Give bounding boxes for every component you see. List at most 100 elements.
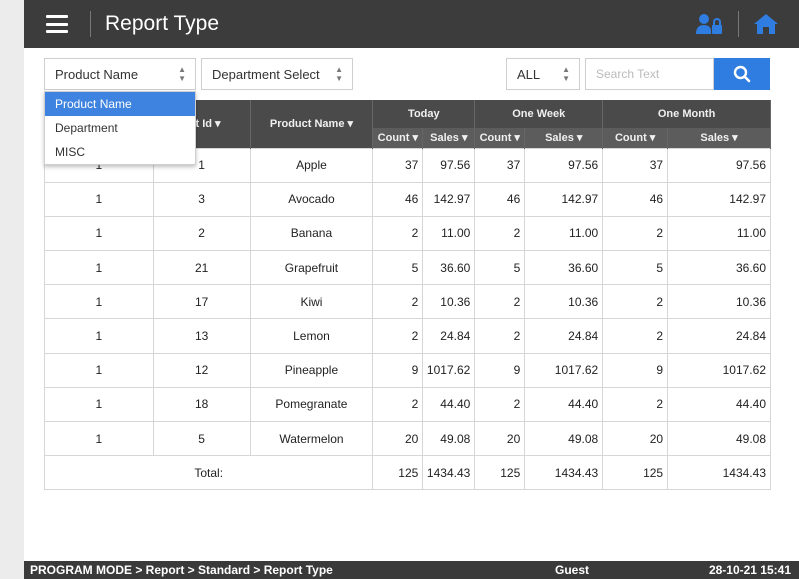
count-cell: 2: [372, 386, 424, 423]
sales-cell: 11.00: [422, 215, 476, 252]
dropdown-option-product-name[interactable]: Product Name: [45, 92, 195, 116]
report-panel: Product Name ▲ ▼ Department Select ▲ ▼ ALL…: [24, 48, 799, 561]
group-cell: 1: [44, 318, 154, 354]
count-cell: 2: [372, 318, 424, 354]
count-cell: 37: [602, 147, 669, 183]
product-name-cell: Kiwi: [249, 284, 374, 320]
status-bar: PROGRAM MODE > Report > Standard > Repor…: [24, 561, 799, 579]
count-cell: 2: [372, 284, 424, 320]
dropdown-option-department[interactable]: Department: [45, 116, 195, 140]
table-row[interactable]: 1 5 Watermelon 20 49.08 20 49.08 20 49.08: [44, 420, 771, 457]
home-icon[interactable]: [753, 13, 779, 35]
product-name-cell: Watermelon: [249, 420, 374, 457]
sales-cell: 44.40: [524, 386, 604, 423]
header-divider: [90, 11, 91, 37]
product-id-cell: 12: [152, 352, 251, 388]
column-header-product-name[interactable]: Product Name ▾: [250, 100, 374, 148]
column-header-sales[interactable]: Sales ▾: [422, 128, 476, 148]
count-cell: 5: [474, 250, 526, 286]
count-cell: 9: [602, 352, 669, 388]
count-cell: 2: [602, 215, 669, 252]
sales-cell: 10.36: [422, 284, 476, 320]
product-id-cell: 2: [152, 215, 251, 252]
count-cell: 2: [372, 215, 424, 252]
search-input[interactable]: [585, 58, 714, 90]
table-row[interactable]: 1 17 Kiwi 2 10.36 2 10.36 2 10.36: [44, 284, 771, 320]
group-cell: 1: [44, 386, 154, 423]
select-caret-icon: ▲ ▼: [335, 65, 343, 83]
count-cell: 2: [602, 386, 669, 423]
group-by-select-value: Product Name: [55, 66, 139, 82]
count-cell: 9: [474, 352, 526, 388]
total-cell: 125: [602, 455, 669, 491]
dropdown-option-misc[interactable]: MISC: [45, 140, 195, 164]
sales-cell: 11.00: [667, 215, 771, 252]
scope-select[interactable]: ALL ▲ ▼: [506, 58, 580, 90]
table-row[interactable]: 1 2 Banana 2 11.00 2 11.00 2 11.00: [44, 215, 771, 252]
group-cell: 1: [44, 352, 154, 388]
group-cell: 1: [44, 250, 154, 286]
count-cell: 5: [372, 250, 424, 286]
count-cell: 20: [602, 420, 669, 457]
hamburger-menu-icon[interactable]: [46, 15, 68, 33]
column-header-count[interactable]: Count ▾: [372, 128, 424, 148]
product-name-cell: Lemon: [249, 318, 374, 354]
users-lock-icon[interactable]: [696, 13, 724, 35]
group-cell: 1: [44, 181, 154, 217]
group-by-select[interactable]: Product Name ▲ ▼: [44, 58, 196, 90]
sales-cell: 24.84: [524, 318, 604, 354]
sales-cell: 44.40: [422, 386, 476, 423]
product-id-cell: 17: [152, 284, 251, 320]
count-cell: 5: [602, 250, 669, 286]
sales-cell: 36.60: [524, 250, 604, 286]
header-divider: [738, 11, 739, 37]
product-id-cell: 3: [152, 181, 251, 217]
table-row[interactable]: 1 12 Pineapple 9 1017.62 9 1017.62 9 1017.62: [44, 352, 771, 388]
column-header-sales[interactable]: Sales ▾: [524, 128, 604, 148]
search-icon: [733, 65, 751, 83]
product-name-cell: Apple: [249, 147, 374, 183]
sales-cell: 10.36: [667, 284, 771, 320]
search-button[interactable]: [714, 58, 770, 90]
department-select[interactable]: Department Select ▲ ▼: [201, 58, 353, 90]
count-cell: 2: [474, 215, 526, 252]
column-header-sales[interactable]: Sales ▾: [667, 128, 771, 148]
sales-cell: 142.97: [422, 181, 476, 217]
sales-cell: 49.08: [422, 420, 476, 457]
column-header-count[interactable]: Count ▾: [602, 128, 669, 148]
total-label: Total:: [43, 455, 374, 491]
count-cell: 2: [602, 284, 669, 320]
table-row[interactable]: 1 18 Pomegranate 2 44.40 2 44.40 2 44.40: [44, 386, 771, 423]
column-header-count[interactable]: Count ▾: [474, 128, 526, 148]
select-caret-icon: ▲ ▼: [178, 65, 186, 83]
select-caret-icon: ▲ ▼: [562, 65, 570, 83]
total-cell: 1434.43: [524, 455, 604, 491]
sales-cell: 97.56: [422, 147, 476, 183]
table-row[interactable]: 1 21 Grapefruit 5 36.60 5 36.60 5 36.60: [44, 250, 771, 286]
total-cell: 1434.43: [667, 455, 771, 491]
product-name-cell: Pineapple: [249, 352, 374, 388]
department-select-value: Department Select: [212, 66, 320, 82]
sales-cell: 97.56: [524, 147, 604, 183]
sales-cell: 1017.62: [422, 352, 476, 388]
count-cell: 2: [474, 284, 526, 320]
count-cell: 46: [474, 181, 526, 217]
product-id-cell: 13: [152, 318, 251, 354]
product-id-cell: 21: [152, 250, 251, 286]
table-row[interactable]: 1 13 Lemon 2 24.84 2 24.84 2 24.84: [44, 318, 771, 354]
current-user: Guest: [555, 563, 590, 577]
sales-cell: 36.60: [667, 250, 771, 286]
count-cell: 20: [474, 420, 526, 457]
count-cell: 46: [372, 181, 424, 217]
count-cell: 2: [602, 318, 669, 354]
app-header: Report Type: [24, 0, 799, 48]
table-row[interactable]: 1 3 Avocado 46 142.97 46 142.97 46 142.97: [44, 181, 771, 217]
sales-cell: 97.56: [667, 147, 771, 183]
sales-cell: 49.08: [524, 420, 604, 457]
product-name-cell: Banana: [249, 215, 374, 252]
sales-cell: 49.08: [667, 420, 771, 457]
sales-cell: 11.00: [524, 215, 604, 252]
count-cell: 46: [602, 181, 669, 217]
column-header-one-week: One Week: [474, 100, 604, 128]
product-name-cell: Avocado: [249, 181, 374, 217]
